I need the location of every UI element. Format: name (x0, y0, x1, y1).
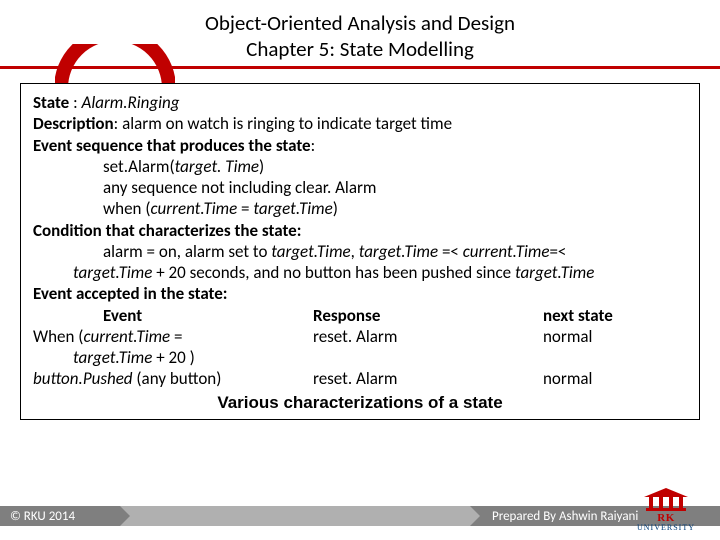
evseq-label: Event sequence that produces the state: (33, 135, 687, 156)
table-header: Event Response next state (33, 305, 687, 326)
building-icon (644, 488, 688, 512)
table-row: When (current.Time = reset. Alarm normal (33, 326, 687, 347)
cond-1: alarm = on, alarm set to target.Time, ta… (33, 241, 687, 262)
description-line: Description: alarm on watch is ringing t… (33, 113, 687, 134)
logo-text-2: UNIVERSITY (626, 524, 706, 532)
title-line1: Object-Oriented Analysis and Design (0, 10, 720, 36)
state-line: State : Alarm.Ringing (33, 92, 687, 113)
evacc-label: Event accepted in the state: (33, 283, 687, 304)
table-row: button.Pushed (any button) reset. Alarm … (33, 368, 687, 389)
state-box: State : Alarm.Ringing Description: alarm… (20, 83, 700, 420)
evseq-2: any sequence not including clear. Alarm (33, 177, 687, 198)
evseq-1: set.Alarm(target. Time) (33, 156, 687, 177)
table-row: target.Time + 20 ) (33, 347, 687, 368)
footer: © RKU 2014 Prepared By Ashwin Raiyani (0, 506, 720, 526)
cond-label: Condition that characterizes the state: (33, 220, 687, 241)
rku-logo: RK UNIVERSITY (626, 488, 706, 534)
footer-spacer (120, 506, 470, 526)
footer-copyright: © RKU 2014 (0, 506, 120, 526)
box-caption: Various characterizations of a state (33, 390, 687, 413)
evseq-3: when (current.Time = target.Time) (33, 198, 687, 219)
cond-2: target.Time + 20 seconds, and no button … (33, 262, 687, 283)
